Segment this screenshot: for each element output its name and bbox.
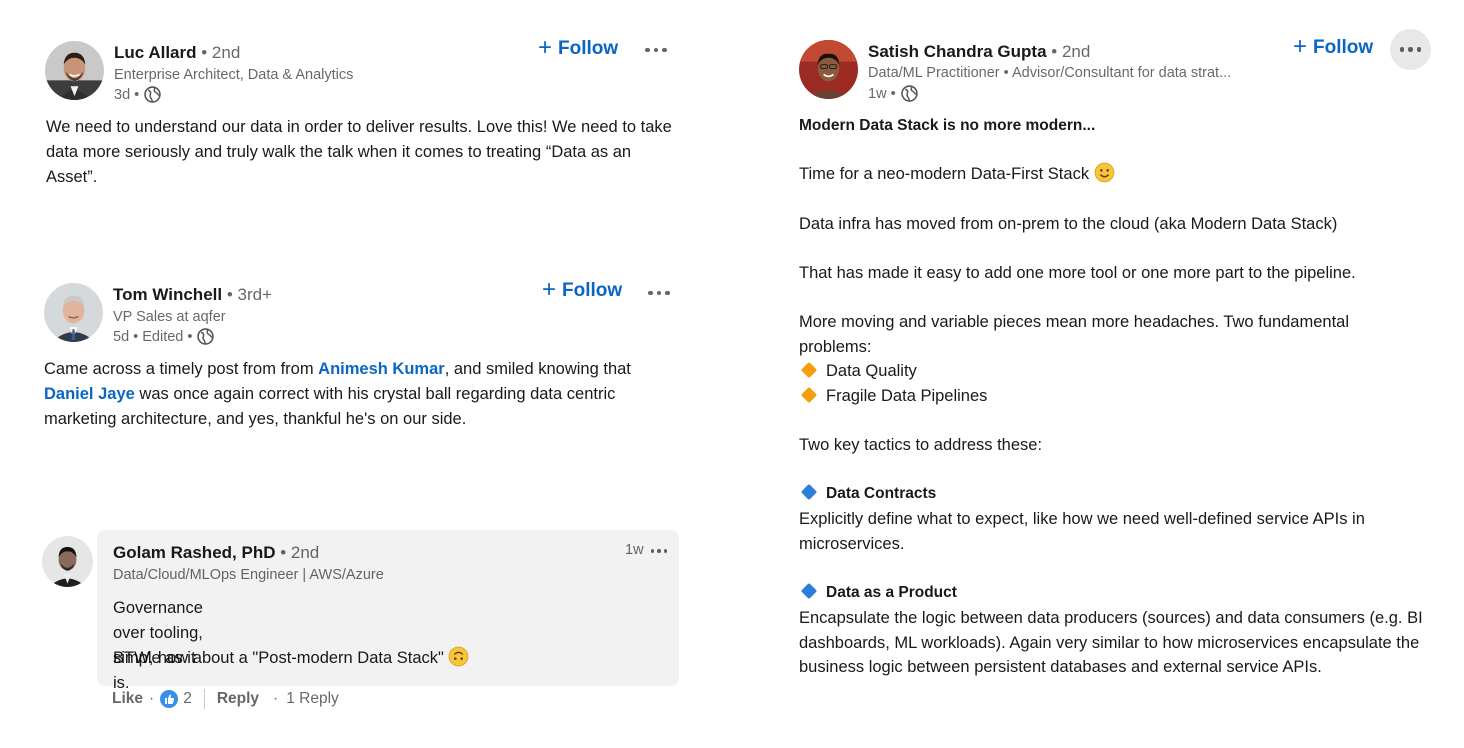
like-count[interactable]: 2: [183, 690, 192, 708]
mention-link[interactable]: Daniel Jaye: [44, 385, 135, 403]
globe-icon: [900, 85, 918, 102]
orange-diamond-icon: [800, 361, 818, 379]
avatar[interactable]: [44, 283, 103, 342]
follow-label: Follow: [562, 280, 623, 301]
post-paragraph: Two key tactics to address these:: [799, 436, 1043, 454]
more-options-icon[interactable]: [640, 40, 672, 60]
body-text-segment: , and smiled knowing that: [444, 360, 631, 378]
post-paragraph: Data infra has moved from on-prem to the…: [799, 215, 1338, 233]
author-line: Golam Rashed, PhD • 2nd: [113, 543, 319, 563]
follow-button[interactable]: + Follow: [542, 275, 623, 303]
connection-degree: • 2nd: [201, 43, 241, 62]
plus-icon: +: [538, 33, 553, 61]
post-title: Modern Data Stack is no more modern...: [799, 117, 1096, 134]
tactic-title: Data as a Product: [826, 584, 957, 601]
author-name[interactable]: Golam Rashed, PhD: [113, 543, 275, 562]
comment-time: 1w: [625, 542, 644, 558]
comment-text: BTW, how about a "Post-modern Data Stack…: [113, 649, 444, 667]
like-reaction-icon[interactable]: [160, 690, 179, 708]
upside-down-face-emoji-icon: [448, 646, 469, 667]
comment-line-2: BTW, how about a "Post-modern Data Stack…: [113, 646, 469, 671]
post-paragraph: More moving and variable pieces mean mor…: [799, 313, 1350, 356]
post-meta: 3d •: [114, 86, 161, 103]
problem-list-item: Data Quality: [799, 359, 1429, 384]
post-body: We need to understand our data in order …: [46, 118, 672, 186]
follow-button[interactable]: + Follow: [538, 33, 619, 61]
author-line: Luc Allard • 2nd: [114, 43, 240, 63]
orange-diamond-icon: [800, 386, 818, 404]
post-time: 1w •: [868, 85, 896, 102]
avatar[interactable]: [799, 40, 858, 99]
post-paragraph: That has made it easy to add one more to…: [799, 264, 1356, 282]
post-paragraph: Encapsulate the logic between data produ…: [799, 609, 1423, 677]
separator-dot: ·: [149, 690, 155, 707]
post-meta: 1w •: [868, 85, 918, 102]
separator-dot: ·: [273, 690, 279, 707]
connection-degree: • 3rd+: [226, 285, 273, 304]
connection-degree: • 2nd: [280, 543, 320, 562]
tactic-heading: Data as a Product: [799, 581, 1429, 606]
avatar[interactable]: [42, 536, 93, 587]
more-options-icon[interactable]: [1390, 29, 1431, 70]
body-text-segment: Came across a timely post from from: [44, 360, 319, 378]
post-body: Came across a timely post from from Anim…: [44, 357, 674, 432]
follow-button[interactable]: + Follow: [1293, 32, 1374, 60]
author-headline: Data/Cloud/MLOps Engineer | AWS/Azure: [113, 567, 384, 583]
reply-count-link[interactable]: 1 Reply: [286, 690, 339, 708]
globe-icon: [197, 328, 215, 345]
smiley-emoji-icon: [1094, 162, 1115, 183]
problem-list-item: Fragile Data Pipelines: [799, 384, 1429, 409]
post-time: 3d •: [114, 86, 140, 103]
blue-diamond-icon: [800, 483, 818, 501]
list-item-text: Fragile Data Pipelines: [826, 387, 988, 405]
author-name[interactable]: Satish Chandra Gupta: [868, 42, 1047, 61]
follow-label: Follow: [558, 38, 619, 59]
avatar[interactable]: [45, 41, 104, 100]
post-meta: 5d • Edited •: [113, 328, 215, 345]
more-options-icon[interactable]: [643, 283, 675, 303]
connection-degree: • 2nd: [1051, 42, 1091, 61]
divider: [203, 689, 205, 709]
author-headline: Enterprise Architect, Data & Analytics: [114, 67, 354, 83]
globe-icon: [144, 86, 161, 103]
author-line: Tom Winchell • 3rd+: [113, 285, 272, 305]
post-time: 5d • Edited •: [113, 328, 193, 345]
follow-label: Follow: [1313, 37, 1374, 58]
blue-diamond-icon: [800, 582, 818, 600]
author-headline: Data/ML Practitioner • Advisor/Consultan…: [868, 65, 1232, 81]
author-line: Satish Chandra Gupta • 2nd: [868, 42, 1090, 62]
comment-actions: Like · 2 Reply · 1 Reply: [112, 689, 339, 709]
paragraph-text: Time for a neo-modern Data-First Stack: [799, 165, 1090, 183]
post-paragraph: Time for a neo-modern Data-First Stack: [799, 162, 1429, 187]
like-button[interactable]: Like: [112, 690, 143, 708]
tactic-heading: Data Contracts: [799, 482, 1429, 507]
plus-icon: +: [1293, 32, 1308, 60]
reply-button[interactable]: Reply: [217, 690, 259, 708]
author-name[interactable]: Tom Winchell: [113, 285, 222, 304]
list-item-text: Data Quality: [826, 362, 917, 380]
more-options-icon[interactable]: [648, 543, 670, 559]
author-name[interactable]: Luc Allard: [114, 43, 197, 62]
tactic-title: Data Contracts: [826, 485, 937, 502]
mention-link[interactable]: Animesh Kumar: [318, 360, 445, 378]
post-paragraph: Explicitly define what to expect, like h…: [799, 510, 1365, 553]
plus-icon: +: [542, 275, 557, 303]
author-headline: VP Sales at aqfer: [113, 309, 226, 325]
